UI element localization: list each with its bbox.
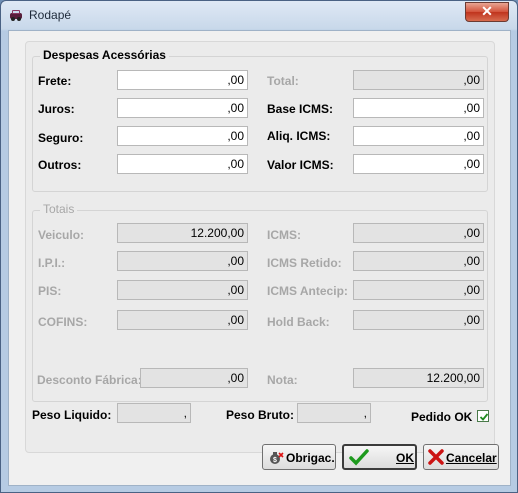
- icms-antecip-field: ,00: [353, 280, 484, 300]
- juros-field[interactable]: ,00: [117, 98, 248, 118]
- aliq-icms-label: Aliq. ICMS:: [267, 129, 331, 143]
- obrigac-button[interactable]: $ Obrigac.: [262, 444, 336, 470]
- despesas-group: Despesas Acessórias Frete: ,00 Juros: ,0…: [32, 48, 488, 192]
- ok-label: OK: [396, 451, 414, 465]
- base-icms-label: Base ICMS:: [267, 102, 334, 116]
- nota-field: 12.200,00: [353, 368, 484, 388]
- valor-icms-field[interactable]: ,00: [353, 154, 484, 174]
- desconto-fabrica-field: ,00: [140, 368, 248, 388]
- dialog-window: Rodapé ✕ Despesas Acessórias Frete: ,00 …: [0, 0, 518, 493]
- despesas-group-title: Despesas Acessórias: [40, 48, 169, 62]
- cancelar-button[interactable]: Cancelar: [423, 444, 499, 470]
- veiculo-field: 12.200,00: [117, 223, 248, 243]
- totais-group: Totais Veiculo: 12.200,00 I.P.I.: ,00 PI…: [32, 202, 488, 402]
- totais-group-title: Totais: [40, 202, 78, 216]
- outros-label: Outros:: [38, 158, 82, 172]
- peso-liquido-label: Peso Liquido:: [32, 408, 112, 422]
- base-icms-field[interactable]: ,00: [353, 98, 484, 118]
- pedido-ok-checkbox[interactable]: [477, 410, 489, 422]
- valor-icms-label: Valor ICMS:: [267, 158, 334, 172]
- hold-back-label: Hold Back:: [267, 315, 330, 329]
- ok-button[interactable]: OK: [342, 444, 417, 470]
- close-icon: ✕: [481, 3, 493, 19]
- green-check-icon: [349, 448, 369, 469]
- red-x-icon: [428, 449, 444, 468]
- cofins-field: ,00: [117, 310, 248, 330]
- checkmark-icon: [479, 413, 489, 421]
- client-area: Despesas Acessórias Frete: ,00 Juros: ,0…: [8, 30, 511, 486]
- icms-field: ,00: [353, 223, 484, 243]
- icms-retido-label: ICMS Retido:: [267, 256, 342, 270]
- aliq-icms-field[interactable]: ,00: [353, 126, 484, 146]
- pis-label: PIS:: [38, 284, 62, 298]
- peso-bruto-label: Peso Bruto:: [226, 408, 295, 422]
- title-bar[interactable]: Rodapé ✕: [1, 1, 517, 29]
- ipi-label: I.P.I.:: [38, 256, 66, 270]
- peso-liquido-field[interactable]: ,: [117, 403, 191, 423]
- cancelar-label: Cancelar: [446, 451, 497, 465]
- cofins-label: COFINS:: [38, 315, 88, 329]
- frete-field[interactable]: ,00: [117, 70, 248, 90]
- obrigac-label: Obrigac.: [286, 451, 335, 465]
- outros-field[interactable]: ,00: [117, 154, 248, 174]
- ipi-field: ,00: [117, 251, 248, 271]
- seguro-label: Seguro:: [38, 131, 84, 145]
- juros-label: Juros:: [38, 102, 75, 116]
- money-bag-icon: $: [268, 449, 284, 468]
- hold-back-field: ,00: [353, 310, 484, 330]
- total-label: Total:: [267, 74, 299, 88]
- pis-field: ,00: [117, 280, 248, 300]
- icms-antecip-label: ICMS Antecip:: [267, 284, 348, 298]
- veiculo-label: Veiculo:: [38, 228, 85, 242]
- total-field: ,00: [353, 70, 484, 90]
- icms-retido-field: ,00: [353, 251, 484, 271]
- window-title: Rodapé: [29, 8, 72, 22]
- desconto-fabrica-label: Desconto Fábrica:: [37, 373, 142, 387]
- main-panel: Despesas Acessórias Frete: ,00 Juros: ,0…: [25, 41, 495, 453]
- svg-text:$: $: [273, 457, 277, 464]
- peso-bruto-field[interactable]: ,: [297, 403, 371, 423]
- nota-label: Nota:: [267, 373, 298, 387]
- car-icon: [8, 7, 24, 23]
- frete-label: Frete:: [38, 74, 72, 88]
- seguro-field[interactable]: ,00: [117, 126, 248, 146]
- pedido-ok-label: Pedido OK: [411, 410, 473, 424]
- close-button[interactable]: ✕: [465, 2, 509, 22]
- icms-label: ICMS:: [267, 228, 301, 242]
